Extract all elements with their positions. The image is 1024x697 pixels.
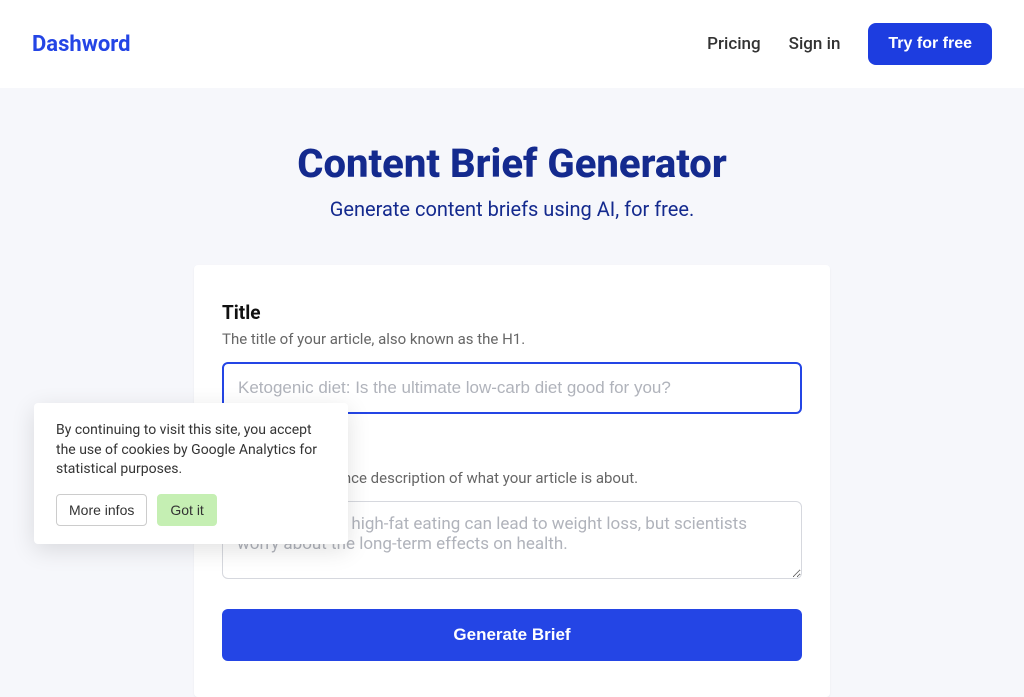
generate-button[interactable]: Generate Brief	[222, 609, 802, 661]
main-content: Content Brief Generator Generate content…	[0, 88, 1024, 697]
page-title: Content Brief Generator	[0, 140, 1024, 187]
cookie-text: By continuing to visit this site, you ac…	[56, 421, 326, 480]
cookie-actions: More infos Got it	[56, 494, 326, 526]
logo[interactable]: Dashword	[32, 32, 131, 57]
cookie-more-button[interactable]: More infos	[56, 494, 147, 526]
page-subtitle: Generate content briefs using AI, for fr…	[0, 197, 1024, 221]
site-header: Dashword Pricing Sign in Try for free	[0, 0, 1024, 88]
nav-pricing[interactable]: Pricing	[707, 34, 761, 54]
title-field-block: Title The title of your article, also kn…	[222, 301, 802, 414]
cookie-banner: By continuing to visit this site, you ac…	[34, 403, 348, 544]
title-label: Title	[222, 301, 802, 324]
try-free-button[interactable]: Try for free	[868, 23, 992, 65]
cookie-accept-button[interactable]: Got it	[157, 494, 216, 526]
title-hint: The title of your article, also known as…	[222, 330, 802, 348]
main-nav: Pricing Sign in Try for free	[707, 23, 992, 65]
nav-signin[interactable]: Sign in	[789, 34, 841, 54]
